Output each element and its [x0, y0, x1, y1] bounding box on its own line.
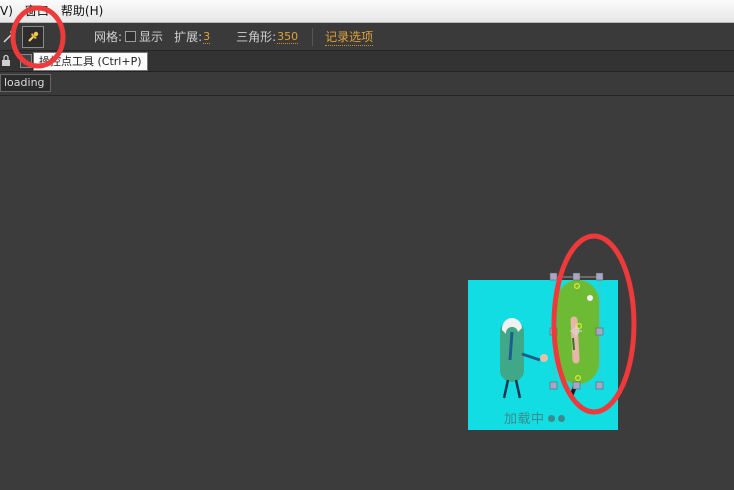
- loading-dot: [547, 415, 555, 422]
- expand-value[interactable]: 3: [203, 30, 211, 44]
- menu-help[interactable]: 帮助(H): [55, 0, 109, 22]
- grid-show-checkbox[interactable]: [125, 31, 137, 42]
- lock-icon[interactable]: [1, 54, 11, 67]
- loading-text: 加载中: [504, 408, 565, 427]
- left-character: [500, 317, 548, 399]
- pin-icon[interactable]: [22, 25, 44, 48]
- layers-row: loading: [0, 72, 734, 96]
- loading-dot: [557, 415, 565, 422]
- pointer-icon[interactable]: [0, 26, 18, 48]
- layer-toggle[interactable]: [20, 54, 32, 68]
- triangle-value[interactable]: 350: [277, 30, 299, 44]
- pin-tool-tooltip: 操控点工具 (Ctrl+P): [33, 52, 148, 71]
- expand-label: 扩展:: [174, 30, 203, 44]
- canvas-frame[interactable]: 加载中: [468, 280, 618, 430]
- triangle-label: 三角形:: [236, 30, 277, 44]
- menu-bar: V) 窗口 帮助(H): [0, 0, 734, 23]
- menu-view[interactable]: V): [0, 0, 19, 22]
- toolbar: 网格: 显示 扩展: 3 三角形: 350 记录选项: [0, 23, 734, 51]
- stage[interactable]: 加载中: [0, 96, 734, 490]
- record-options-link[interactable]: 记录选项: [325, 28, 374, 46]
- menu-window[interactable]: 窗口: [19, 0, 55, 22]
- toolbar-divider: [312, 27, 314, 46]
- grid-label: 网格:: [94, 30, 123, 44]
- layer-tab-loading[interactable]: loading: [0, 74, 51, 92]
- right-character: [557, 280, 599, 396]
- grid-show-label: 显示: [139, 30, 164, 44]
